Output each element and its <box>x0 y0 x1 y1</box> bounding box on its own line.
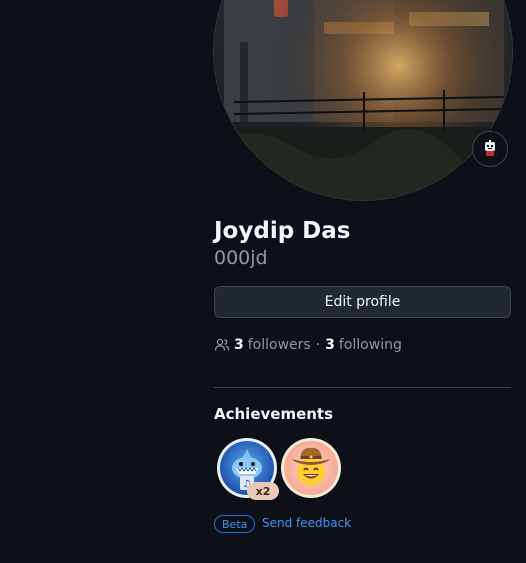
profile-avatar[interactable] <box>214 0 512 200</box>
followers-count: 3 <box>234 337 244 353</box>
avatar-image <box>214 0 512 200</box>
cowboy-badge[interactable] <box>280 437 342 499</box>
send-feedback-link[interactable]: Send feedback <box>262 516 351 530</box>
cowboy-icon <box>281 438 341 498</box>
beta-label: Beta <box>214 515 256 533</box>
profile-name: Joydip Das <box>214 218 351 244</box>
edit-profile-button[interactable]: Edit profile <box>214 286 511 318</box>
badge-tier-label: x2 <box>247 482 279 500</box>
profile-login: 000jd <box>214 247 268 269</box>
achievements-heading[interactable]: Achievements <box>214 405 333 423</box>
set-status-button[interactable] <box>472 131 508 167</box>
following-count: 3 <box>325 337 335 353</box>
following-label: following <box>338 337 402 353</box>
follow-separator: · <box>315 337 321 353</box>
followers-label: followers <box>247 337 311 353</box>
followers-link[interactable]: 3 followers <box>234 337 311 353</box>
section-divider <box>214 387 511 388</box>
people-icon <box>214 337 230 353</box>
following-link[interactable]: 3 following <box>325 337 402 353</box>
status-emoji-icon <box>485 140 495 156</box>
follow-stats: 3 followers · 3 following <box>214 335 402 355</box>
profile-sidebar: Joydip Das 000jd Edit profile 3 followers… <box>0 0 526 563</box>
